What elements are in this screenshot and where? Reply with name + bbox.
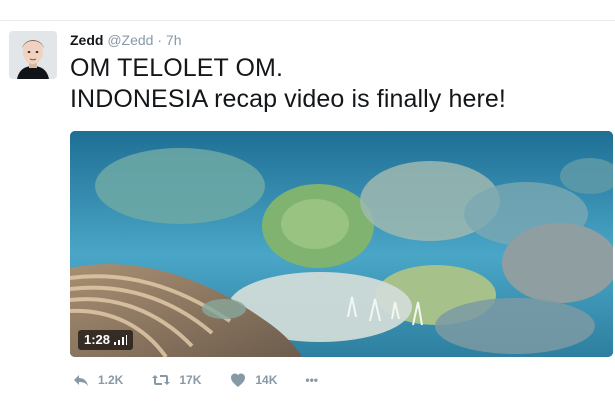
more-options-button[interactable]: ••• (305, 373, 318, 387)
tweet-text: OM TELOLET OM. INDONESIA recap video is … (70, 53, 605, 115)
tweet-actions: 1.2K 17K 14K ••• (72, 370, 346, 390)
reply-count: 1.2K (98, 373, 124, 387)
reply-icon (74, 375, 88, 386)
tweet-time[interactable]: 7h (166, 32, 182, 48)
display-name[interactable]: Zedd (70, 32, 103, 48)
more-icon: ••• (305, 373, 318, 387)
reply-button[interactable]: 1.2K (72, 372, 123, 388)
time-separator: · (157, 32, 163, 48)
heart-icon (231, 373, 246, 387)
coral-reef-video-frame (70, 131, 613, 357)
tweet-card[interactable]: Zedd @Zedd · 7h OM TELOLET OM. INDONESIA… (0, 21, 615, 410)
avatar[interactable] (9, 31, 57, 79)
like-count: 14K (255, 373, 278, 387)
retweet-icon (152, 375, 171, 385)
avatar-portrait-icon (9, 31, 57, 79)
retweet-button[interactable]: 17K (151, 372, 201, 388)
duration-text: 1:28 (84, 332, 111, 347)
tweet-text-line-2: INDONESIA recap video is finally here! (70, 85, 506, 113)
like-button[interactable]: 14K (229, 372, 277, 388)
tweet-header: Zedd @Zedd · 7h (70, 32, 182, 50)
top-divider (0, 0, 615, 21)
retweet-count: 17K (179, 373, 202, 387)
volume-bars-icon (114, 335, 128, 345)
video-duration-badge: 1:28 (78, 330, 134, 350)
tweet-text-line-1: OM TELOLET OM. (70, 54, 284, 82)
video-player[interactable]: 1:28 (70, 131, 613, 357)
user-handle[interactable]: @Zedd (107, 32, 153, 48)
